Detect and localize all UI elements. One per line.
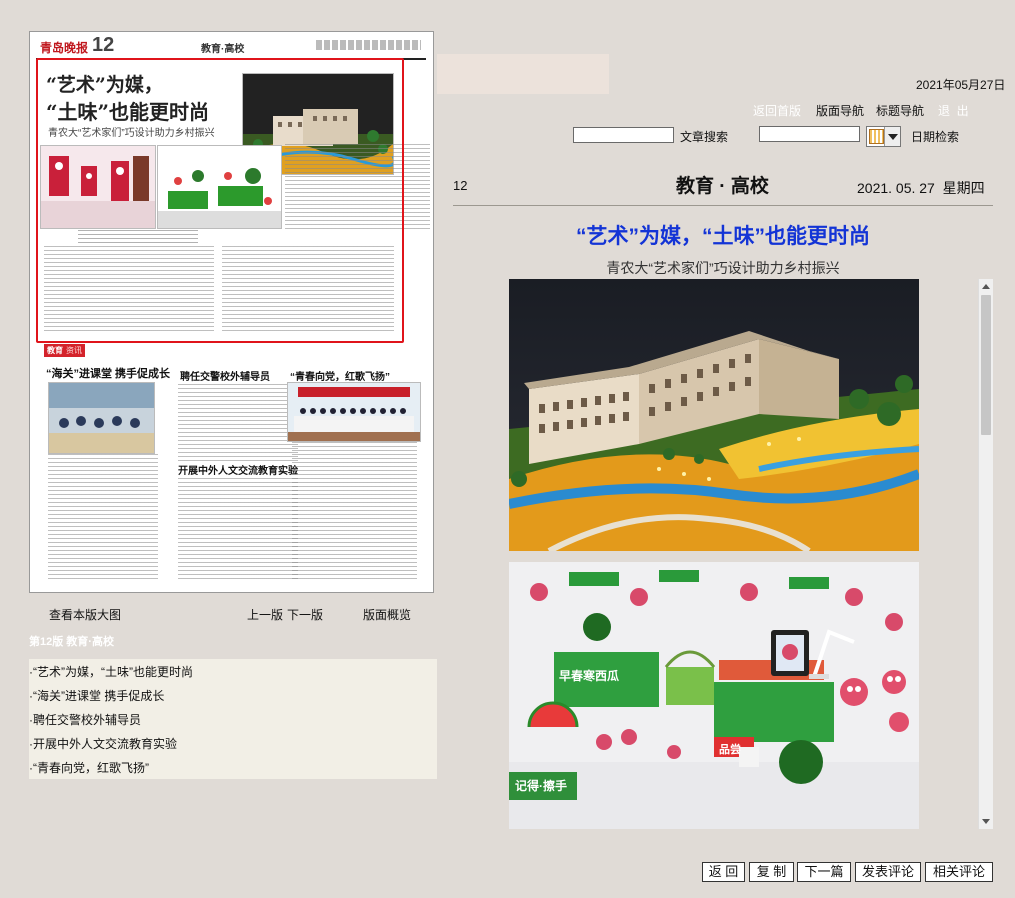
article-section-name: 教育 · 高校 — [676, 176, 769, 197]
section-title: 第12版 教育·高校 — [29, 636, 114, 648]
copy-button[interactable]: 复 制 — [749, 862, 794, 882]
photo-sign-text: 记得·擦手 — [515, 779, 567, 793]
article-list-item-1[interactable]: ·“艺术”为媒，“土味”也能更时尚 — [29, 661, 437, 683]
article-list: ·“艺术”为媒，“土味”也能更时尚 ·“海关”进课堂 携手促成长 ·聘任交警校外… — [29, 659, 437, 779]
story3-text — [178, 384, 298, 462]
article-photo-display: 记得·擦手 早春寒西瓜 品尝 — [509, 562, 919, 829]
header-decoration — [437, 54, 609, 94]
article-content-scroll-area[interactable]: 记得·擦手 早春寒西瓜 品尝 — [509, 279, 979, 829]
thumb-box-tag: 教育 资讯 — [44, 344, 85, 357]
header-divider — [453, 205, 993, 206]
newspaper-masthead: 青岛晚报 12 教育·高校 — [36, 34, 426, 60]
article-issue-date: 2021. 05. 27 星期四 — [857, 180, 985, 196]
page-overview-link[interactable]: 版面概览 — [363, 606, 411, 623]
back-button[interactable]: 返 回 — [702, 862, 745, 882]
post-comment-button[interactable]: 发表评论 — [855, 862, 921, 882]
content-scrollbar[interactable] — [978, 279, 993, 829]
photo-box-label-2: 品尝 — [719, 744, 741, 756]
scroll-up-arrow-icon[interactable] — [982, 284, 990, 289]
related-comments-button[interactable]: 相关评论 — [925, 862, 993, 882]
article-search-input[interactable] — [573, 127, 674, 143]
scroll-down-arrow-icon[interactable] — [982, 819, 990, 824]
article-search-button[interactable]: 文章搜索 — [680, 128, 728, 145]
article-list-item-5[interactable]: ·“青春向党，红歌飞扬” — [29, 757, 437, 779]
title-navigation-link[interactable]: 标题导航 — [876, 102, 924, 119]
newspaper-page-thumbnail[interactable]: 青岛晚报 12 教育·高校 “艺术”为媒， “土味”也能更时尚 青农大“艺术家们… — [29, 31, 434, 593]
calendar-icon — [869, 129, 884, 144]
story5-headline[interactable]: 开展中外人文交流教育实验 — [178, 462, 298, 477]
article-photo-model — [509, 279, 919, 551]
date-search-button[interactable]: 日期检索 — [911, 128, 959, 145]
date-search-input[interactable] — [759, 126, 860, 142]
thumb-photo-classroom — [48, 382, 155, 454]
scrollbar-thumb[interactable] — [981, 295, 991, 435]
story2-text — [48, 454, 158, 582]
view-large-page-link[interactable]: 查看本版大图 — [49, 606, 121, 623]
article-title: “艺术”为媒，“土味”也能更时尚 — [576, 225, 870, 248]
calendar-dropdown-button[interactable] — [866, 126, 901, 147]
current-date: 2021年05月27日 — [916, 78, 1006, 92]
article-subtitle: 青农大“艺术家们”巧设计助力乡村振兴 — [606, 260, 840, 276]
story5-text — [178, 478, 298, 582]
article-page-number: 12 — [453, 178, 468, 193]
thumb-photo-chorus — [287, 382, 421, 442]
back-to-front-page-link[interactable]: 返回首版 — [753, 102, 801, 119]
story3-headline[interactable]: 聘任交警校外辅导员 — [180, 368, 270, 383]
story4-headline[interactable]: “青春向党，红歌飞扬” — [290, 368, 390, 383]
article-list-item-2[interactable]: ·“海关”进课堂 携手促成长 — [29, 685, 437, 707]
story4-text — [292, 442, 417, 582]
lead-article-hotzone[interactable] — [36, 58, 404, 343]
chevron-down-icon — [884, 127, 900, 146]
newspaper-section: 教育·高校 — [201, 44, 245, 55]
prev-page-link[interactable]: 上一版 — [247, 606, 283, 623]
photo-box-label: 早春寒西瓜 — [559, 669, 620, 683]
article-list-item-3[interactable]: ·聘任交警校外辅导员 — [29, 709, 437, 731]
logout-link[interactable]: 退 出 — [938, 102, 969, 119]
story2-headline[interactable]: “海关”进课堂 携手促成长 — [46, 365, 170, 381]
next-page-link[interactable]: 下一版 — [287, 606, 323, 623]
article-list-item-4[interactable]: ·开展中外人文交流教育实验 — [29, 733, 437, 755]
next-article-button[interactable]: 下一篇 — [797, 862, 851, 882]
newspaper-meta-line — [316, 40, 421, 50]
page-navigation-link[interactable]: 版面导航 — [816, 102, 864, 119]
newspaper-page-number: 12 — [92, 34, 115, 56]
newspaper-logo: 青岛晚报 — [40, 41, 89, 55]
